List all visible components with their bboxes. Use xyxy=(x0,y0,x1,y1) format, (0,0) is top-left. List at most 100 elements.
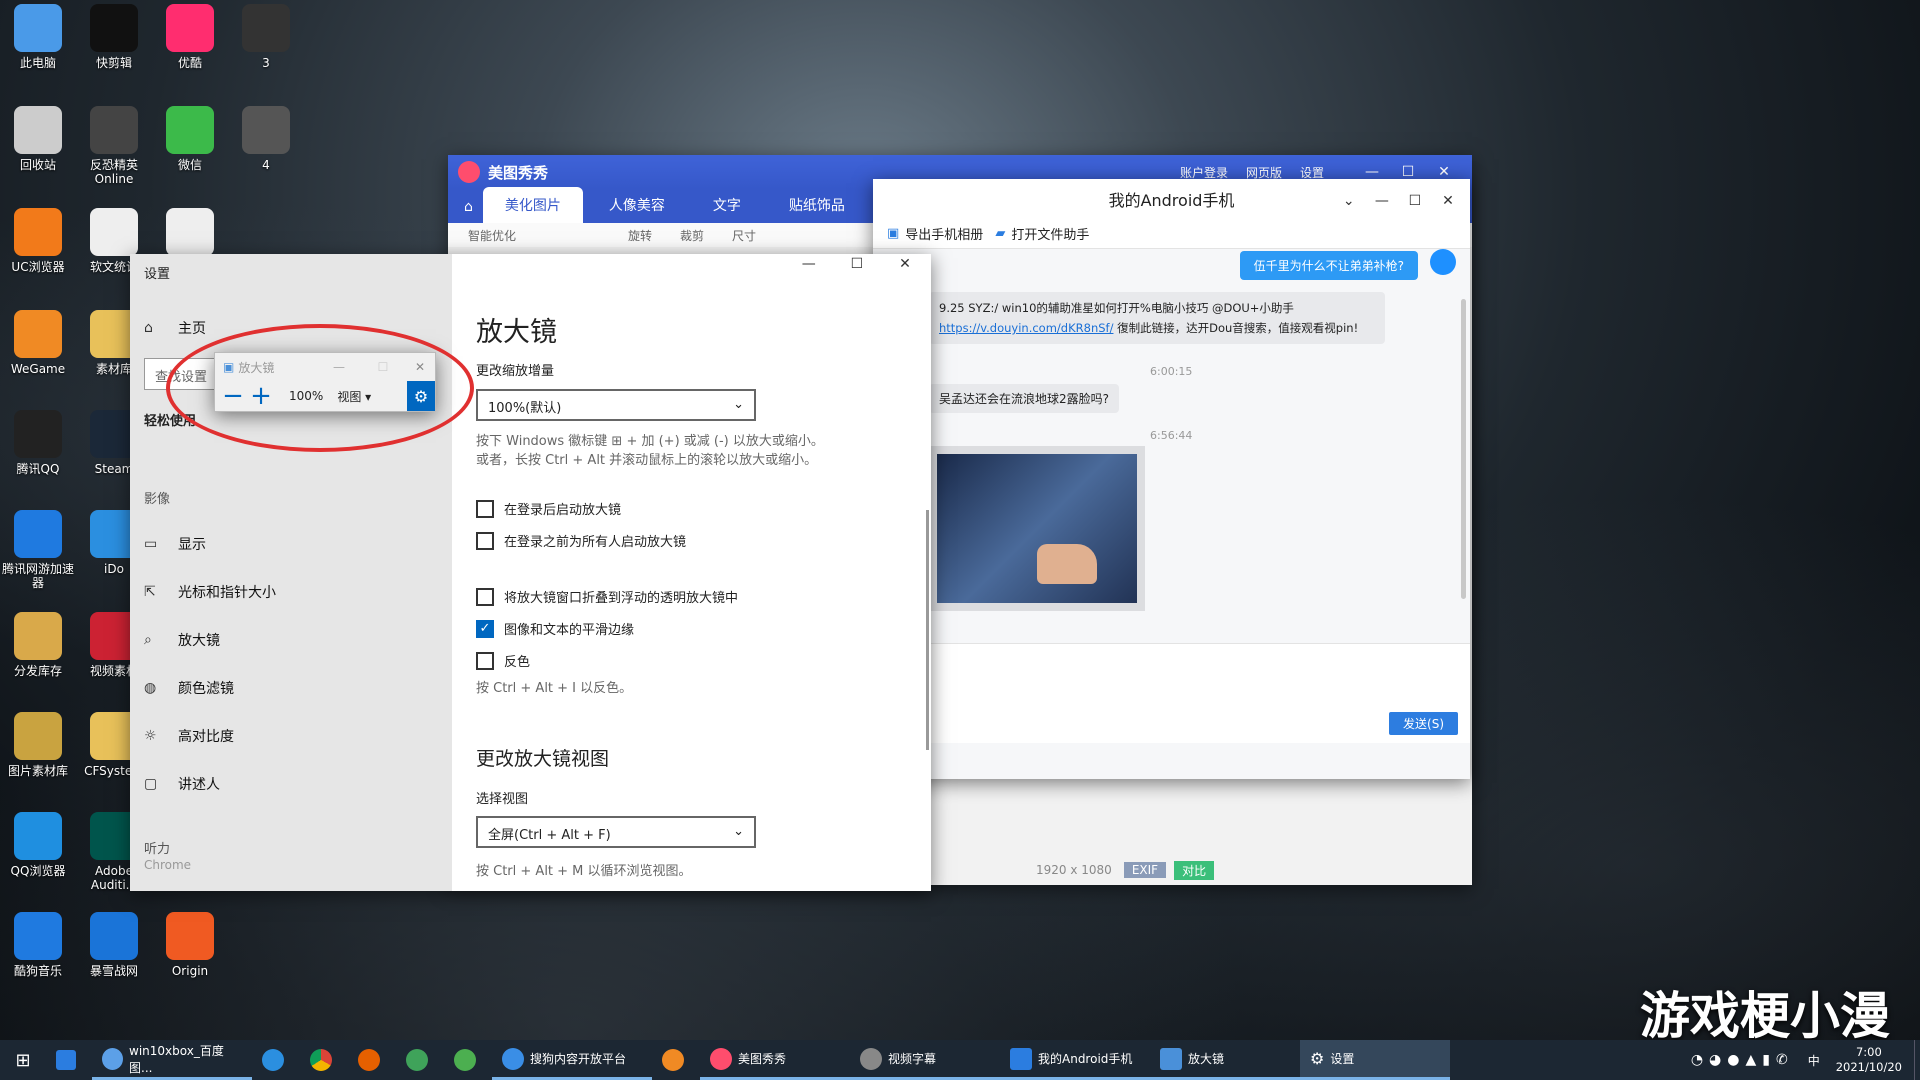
scrollbar[interactable] xyxy=(1461,299,1466,599)
size-button[interactable]: 尺寸 xyxy=(732,227,756,244)
zoom-increment-select[interactable]: 100%(默认) ⌄ xyxy=(476,389,756,421)
desktop-icon[interactable]: 腾讯网游加速器 xyxy=(0,510,76,590)
minimize-button[interactable]: — xyxy=(1354,164,1390,180)
checkbox-invert-colors[interactable]: 反色 xyxy=(476,651,530,670)
app-icon xyxy=(90,912,138,960)
sidebar-item-high-contrast[interactable]: ☼ 高对比度 xyxy=(144,726,234,746)
360-icon[interactable] xyxy=(444,1040,492,1080)
send-button[interactable]: 发送(S) xyxy=(1389,712,1458,735)
desktop-icon[interactable]: 3 xyxy=(228,4,304,70)
checkbox-collapse-lens[interactable]: 将放大镜窗口折叠到浮动的透明放大镜中 xyxy=(476,587,738,606)
minimize-button[interactable]: — xyxy=(1368,193,1396,209)
taskbar-item-sogou[interactable]: 搜狗内容开放平台 xyxy=(492,1040,652,1080)
maximize-button[interactable]: ☐ xyxy=(1401,193,1429,209)
desktop-icon[interactable]: UC浏览器 xyxy=(0,208,76,274)
taskbar-item-subtitles[interactable]: 视频字幕 xyxy=(850,1040,1000,1080)
taskbar-item-magnifier[interactable]: 放大镜 xyxy=(1150,1040,1300,1080)
tab-portrait[interactable]: 人像美容 xyxy=(587,187,687,223)
taskbar-item-browser[interactable]: win10xbox_百度图... xyxy=(92,1040,252,1080)
message-input[interactable]: 发送(S) xyxy=(873,643,1470,743)
exif-button[interactable]: EXIF xyxy=(1123,862,1167,878)
desktop-icon[interactable]: 此电脑 xyxy=(0,4,76,70)
app-icon xyxy=(166,912,214,960)
desktop-icon[interactable]: 图片素材库 xyxy=(0,712,76,778)
app-icon xyxy=(14,912,62,960)
ie-icon[interactable] xyxy=(396,1040,444,1080)
desktop-icon[interactable]: Origin xyxy=(152,912,228,978)
chevron-down-icon[interactable]: ⌄ xyxy=(1335,193,1363,209)
checkbox[interactable] xyxy=(476,499,494,518)
tab-beautify[interactable]: 美化图片 xyxy=(482,187,583,223)
open-file-assistant-button[interactable]: 打开文件助手 xyxy=(1011,224,1089,243)
input-method[interactable]: 中 xyxy=(1804,1040,1824,1080)
desktop-icon[interactable] xyxy=(152,208,228,260)
monitor-icon: ▭ xyxy=(144,536,158,552)
edge-icon[interactable] xyxy=(252,1040,300,1080)
desktop-icon[interactable]: 反恐精英Online xyxy=(76,106,152,186)
desktop-icon[interactable]: 回收站 xyxy=(0,106,76,172)
sidebar-item-magnifier[interactable]: ⌕ 放大镜 xyxy=(144,630,220,650)
checkbox-checked[interactable]: ✓ xyxy=(476,619,494,638)
view-select[interactable]: 全屏(Ctrl + Alt + F) ⌄ xyxy=(476,816,756,848)
desktop-icon[interactable]: 分发库存 xyxy=(0,612,76,678)
scrollbar[interactable] xyxy=(926,510,929,750)
message-image[interactable] xyxy=(929,446,1145,611)
rotate-button[interactable]: 旋转 xyxy=(628,227,652,244)
chrome-icon[interactable] xyxy=(300,1040,348,1080)
taskbar-item-settings[interactable]: ⚙ 设置 xyxy=(1300,1040,1450,1080)
taskbar-item-android[interactable]: 我的Android手机 xyxy=(1000,1040,1150,1080)
close-button[interactable]: ✕ xyxy=(1434,193,1462,209)
desktop-icon[interactable]: 暴雪战网 xyxy=(76,912,152,978)
checkbox[interactable] xyxy=(476,587,494,606)
desktop-icon-label: 优酷 xyxy=(177,56,202,70)
maximize-button[interactable]: ☐ xyxy=(1390,164,1426,180)
sidebar-item-display[interactable]: ▭ 显示 xyxy=(144,534,206,554)
home-icon[interactable]: ⌂ xyxy=(454,191,483,223)
desktop-icon[interactable]: 快剪辑 xyxy=(76,4,152,70)
sidebar-item-narrator[interactable]: ▢ 讲述人 xyxy=(144,774,220,794)
desktop-icon[interactable]: QQ浏览器 xyxy=(0,812,76,878)
sidebar-item-cursor[interactable]: ⇱ 光标和指针大小 xyxy=(144,582,276,602)
sidebar-item-home[interactable]: ⌂ 主页 xyxy=(144,318,206,338)
taskbar-item-meitu[interactable]: 美图秀秀 xyxy=(700,1040,850,1080)
export-album-button[interactable]: 导出手机相册 xyxy=(905,224,983,243)
checkbox-start-before-signin[interactable]: 在登录之前为所有人启动放大镜 xyxy=(476,531,686,550)
android-window[interactable]: 我的Android手机 ⌄ — ☐ ✕ ▣ 导出手机相册 ▰ 打开文件助手 伍千… xyxy=(873,179,1470,779)
show-desktop-button[interactable] xyxy=(1914,1040,1920,1080)
tab-stickers[interactable]: 贴纸饰品 xyxy=(767,187,867,223)
task-view-icon[interactable] xyxy=(46,1040,92,1080)
sidebar-item-color-filters[interactable]: ◍ 颜色滤镜 xyxy=(144,678,234,698)
web-version-link[interactable]: 网页版 xyxy=(1246,164,1282,181)
firefox-icon[interactable] xyxy=(348,1040,396,1080)
minimize-button[interactable]: — xyxy=(787,256,831,272)
desktop-icon[interactable]: 优酷 xyxy=(152,4,228,70)
meitu-settings-link[interactable]: 设置 xyxy=(1300,164,1324,181)
uc-icon[interactable] xyxy=(652,1040,700,1080)
compare-button[interactable]: 对比 xyxy=(1174,860,1215,880)
close-button[interactable]: ✕ xyxy=(1426,164,1462,180)
smart-optimize-button[interactable]: 智能优化 xyxy=(468,227,628,244)
close-button[interactable]: ✕ xyxy=(883,256,927,272)
system-tray[interactable]: ◔◕●▲▮✆ xyxy=(1681,1040,1804,1080)
clock[interactable]: 7:00 2021/10/20 xyxy=(1824,1040,1914,1080)
desktop-icon[interactable]: 酷狗音乐 xyxy=(0,912,76,978)
desktop-icon-label: 3 xyxy=(262,56,270,70)
desktop-icon[interactable]: 4 xyxy=(228,106,304,172)
desktop-icon-label: WeGame xyxy=(10,362,66,376)
account-login-link[interactable]: 账户登录 xyxy=(1180,164,1228,181)
checkbox-start-after-signin[interactable]: 在登录后启动放大镜 xyxy=(476,499,621,518)
checkbox[interactable] xyxy=(476,531,494,550)
desktop-icon[interactable]: 腾讯QQ xyxy=(0,410,76,476)
start-button[interactable]: ⊞ xyxy=(0,1040,46,1080)
checkbox-smooth-edges[interactable]: ✓ 图像和文本的平滑边缘 xyxy=(476,619,634,638)
maximize-button[interactable]: ☐ xyxy=(835,256,879,272)
desktop-icon[interactable]: 微信 xyxy=(152,106,228,172)
tab-text[interactable]: 文字 xyxy=(691,187,763,223)
checkbox[interactable] xyxy=(476,651,494,670)
desktop-icon[interactable]: WeGame xyxy=(0,310,76,376)
message-text-tail: 復制此链接，达开Dou音搜索，值接观看视pin! xyxy=(1117,321,1359,335)
app-icon xyxy=(14,712,62,760)
crop-button[interactable]: 裁剪 xyxy=(680,227,704,244)
message-link[interactable]: https://v.douyin.com/dKR8nSf/ xyxy=(939,321,1113,335)
sidebar-item-hearing[interactable]: Chrome xyxy=(144,858,191,872)
